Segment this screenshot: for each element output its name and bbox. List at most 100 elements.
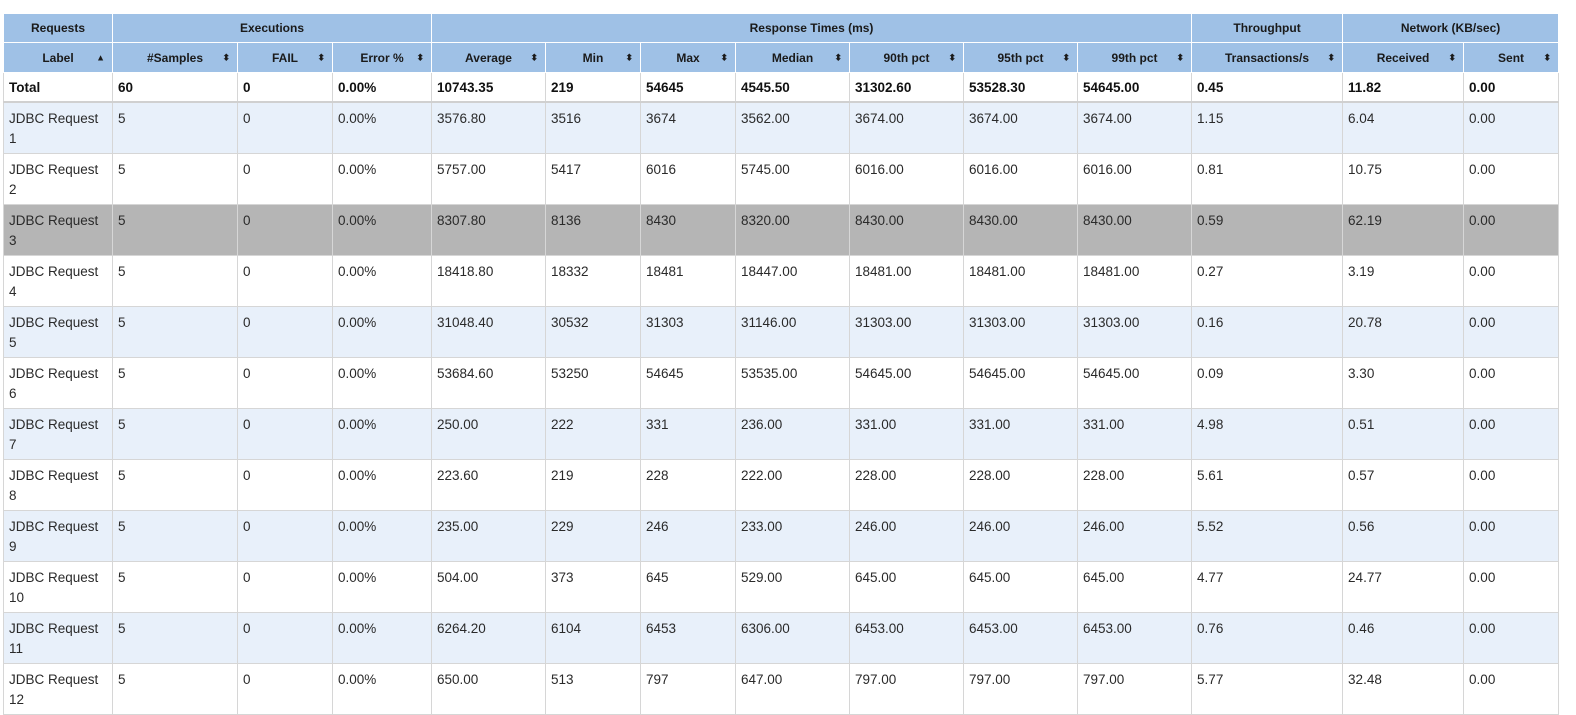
table-cell: 331.00 <box>963 408 1079 460</box>
table-row[interactable]: JDBC Request 2 5 0 0.00% 5757.00 5417 6016 5745… <box>3 153 1560 205</box>
table-cell: 6016.00 <box>849 153 965 205</box>
column-header-label: 90th pct <box>883 50 930 65</box>
sort-icon[interactable]: ⬍ <box>1449 53 1457 62</box>
table-cell: 1.15 <box>1191 101 1344 154</box>
table-cell: 246.00 <box>849 510 965 562</box>
sort-icon[interactable]: ⬍ <box>530 53 538 62</box>
column-header-label: Transactions/s <box>1225 50 1310 65</box>
sort-icon[interactable]: ⬍ <box>1328 53 1336 62</box>
total-cell: 0.00% <box>331 72 433 103</box>
table-cell: 0 <box>237 153 333 205</box>
sort-icon[interactable]: ⬍ <box>1544 53 1552 62</box>
column-header[interactable]: 99th pct ⬍ <box>1077 42 1193 73</box>
table-cell: 3674.00 <box>963 101 1079 154</box>
table-cell: 0 <box>237 510 333 562</box>
column-header[interactable]: Label ▲ <box>3 42 113 73</box>
sort-icon[interactable]: ⬍ <box>416 53 424 62</box>
table-cell: 513 <box>545 663 642 715</box>
table-cell: 5757.00 <box>431 153 547 205</box>
table-row[interactable]: JDBC Request 9 5 0 0.00% 235.00 229 246 233.00 2… <box>3 510 1560 562</box>
column-header[interactable]: Max ⬍ <box>640 42 737 73</box>
sort-icon[interactable]: ⬍ <box>317 53 325 62</box>
group-header: Executions <box>111 13 433 43</box>
table-cell: 246.00 <box>1077 510 1193 562</box>
table-cell: 222 <box>545 408 642 460</box>
sort-icon[interactable]: ⬍ <box>834 53 842 62</box>
table-row[interactable]: JDBC Request 6 5 0 0.00% 53684.60 53250 54645 5… <box>3 357 1560 409</box>
table-cell: 0.59 <box>1191 204 1344 256</box>
table-cell: 18418.80 <box>431 255 547 307</box>
sort-icon[interactable]: ⬍ <box>1062 53 1070 62</box>
table-cell: 797.00 <box>963 663 1079 715</box>
column-header[interactable]: Median ⬍ <box>735 42 851 73</box>
table-cell: 0.00% <box>331 408 433 460</box>
sort-icon[interactable]: ⬍ <box>625 53 633 62</box>
table-cell: 331 <box>640 408 737 460</box>
column-header-label: Max <box>676 50 700 65</box>
table-cell: 54645.00 <box>963 357 1079 409</box>
table-row[interactable]: JDBC Request 7 5 0 0.00% 250.00 222 331 236.00 3… <box>3 408 1560 460</box>
sort-icon[interactable]: ⬍ <box>720 53 728 62</box>
column-header[interactable]: 95th pct ⬍ <box>963 42 1079 73</box>
table-cell: 18481.00 <box>963 255 1079 307</box>
total-cell: 54645.00 <box>1077 72 1193 103</box>
column-header[interactable]: 90th pct ⬍ <box>849 42 965 73</box>
table-row[interactable]: JDBC Request 8 5 0 0.00% 223.60 219 228 222.00 2… <box>3 459 1560 511</box>
table-row[interactable]: JDBC Request 10 5 0 0.00% 504.00 373 645 529.00… <box>3 561 1560 613</box>
table-cell: 31303 <box>640 306 737 358</box>
table-row[interactable]: JDBC Request 11 5 0 0.00% 6264.20 6104 6453 630… <box>3 612 1560 664</box>
table-cell: 0.00% <box>331 204 433 256</box>
column-header[interactable]: Sent ⬍ <box>1463 42 1560 73</box>
row-label-cell: JDBC Request 9 <box>3 510 113 562</box>
sort-icon[interactable]: ⬍ <box>222 53 230 62</box>
table-cell: 797.00 <box>1077 663 1193 715</box>
total-cell: 53528.30 <box>963 72 1079 103</box>
total-cell: 60 <box>112 72 238 103</box>
table-cell: 6.04 <box>1342 101 1465 154</box>
column-header[interactable]: Transactions/s ⬍ <box>1191 42 1344 73</box>
table-cell: 5 <box>112 459 238 511</box>
sort-icon[interactable]: ⬍ <box>1177 53 1185 62</box>
table-cell: 24.77 <box>1342 561 1465 613</box>
table-cell: 0.00 <box>1463 408 1560 460</box>
row-label-cell: JDBC Request 12 <box>3 663 113 715</box>
table-cell: 8430.00 <box>1077 204 1193 256</box>
table-cell: 31303.00 <box>963 306 1079 358</box>
table-cell: 228.00 <box>963 459 1079 511</box>
column-header[interactable]: Min ⬍ <box>545 42 642 73</box>
column-header[interactable]: Average ⬍ <box>431 42 547 73</box>
column-header[interactable]: #Samples ⬍ <box>112 42 238 73</box>
table-cell: 5417 <box>545 153 642 205</box>
table-cell: 0 <box>237 255 333 307</box>
group-header: Requests <box>3 13 113 43</box>
sort-icon[interactable]: ⬍ <box>948 53 956 62</box>
table-cell: 0.00% <box>331 510 433 562</box>
table-row[interactable]: JDBC Request 4 5 0 0.00% 18418.80 18332 18481 1… <box>3 255 1560 307</box>
table-cell: 3.30 <box>1342 357 1465 409</box>
table-row[interactable]: JDBC Request 1 5 0 0.00% 3576.80 3516 3674 3562… <box>3 101 1560 154</box>
table-cell: 18481.00 <box>1077 255 1193 307</box>
table-cell: 0.00% <box>331 663 433 715</box>
table-cell: 0 <box>237 612 333 664</box>
table-cell: 31146.00 <box>735 306 851 358</box>
table-cell: 0 <box>237 357 333 409</box>
table-cell: 0.00 <box>1463 357 1560 409</box>
column-header[interactable]: Received ⬍ <box>1342 42 1465 73</box>
table-cell: 645.00 <box>1077 561 1193 613</box>
table-cell: 0.00 <box>1463 459 1560 511</box>
table-row[interactable]: JDBC Request 12 5 0 0.00% 650.00 513 797 647.00… <box>3 663 1560 715</box>
table-cell: 5 <box>112 357 238 409</box>
table-cell: 0.00 <box>1463 101 1560 154</box>
table-cell: 0.09 <box>1191 357 1344 409</box>
table-cell: 53684.60 <box>431 357 547 409</box>
column-header-label: Median <box>771 50 814 65</box>
row-label-cell: JDBC Request 8 <box>3 459 113 511</box>
table-row[interactable]: JDBC Request 3 5 0 0.00% 8307.80 8136 8430 8320… <box>3 204 1560 256</box>
table-cell: 18481.00 <box>849 255 965 307</box>
column-header[interactable]: FAIL ⬍ <box>237 42 333 73</box>
table-cell: 53250 <box>545 357 642 409</box>
table-row[interactable]: JDBC Request 5 5 0 0.00% 31048.40 30532 31303 3… <box>3 306 1560 358</box>
table-cell: 31048.40 <box>431 306 547 358</box>
sort-ascending-icon[interactable]: ▲ <box>96 53 105 62</box>
column-header[interactable]: Error % ⬍ <box>331 42 433 73</box>
